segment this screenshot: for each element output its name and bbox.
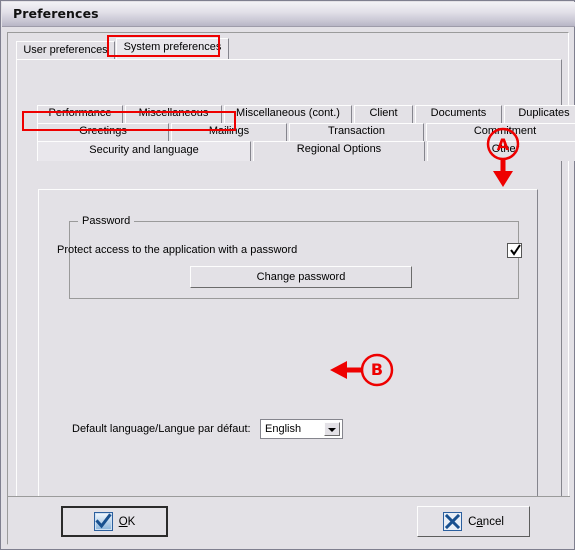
protect-password-label: Protect access to the application with a… [57, 244, 298, 256]
window-title: Preferences [13, 6, 99, 21]
tab-commitment[interactable]: Commitment [426, 123, 575, 141]
tab-greetings-label: Greetings [79, 125, 127, 137]
tab-user-preferences[interactable]: User preferences [16, 41, 115, 60]
cancel-button[interactable]: Cancel [417, 506, 530, 537]
dialog-button-bar: OK Cancel [8, 496, 570, 546]
tab-system-preferences[interactable]: System preferences [116, 38, 229, 60]
tab-duplicates[interactable]: Duplicates [504, 105, 575, 123]
protect-password-checkbox[interactable] [507, 243, 522, 258]
tab-system-preferences-label: System preferences [123, 41, 222, 53]
tab-performance[interactable]: Performance [37, 105, 123, 123]
default-language-label: Default language/Langue par défaut: [72, 423, 251, 435]
tab-miscellaneous[interactable]: Miscellaneous [125, 105, 222, 123]
tab-security-and-language-label: Security and language [89, 144, 199, 156]
tab-client[interactable]: Client [354, 105, 413, 123]
tab-commitment-label: Commitment [473, 125, 537, 137]
tab-miscellaneous-cont-label: Miscellaneous (cont.) [236, 107, 340, 119]
check-icon [510, 244, 521, 256]
dialog-client-area: User preferences System preferences Perf… [7, 32, 575, 546]
tab-security-and-language[interactable]: Security and language [37, 141, 251, 161]
tab-documents[interactable]: Documents [415, 105, 502, 123]
tab-regional-options-label: Regional Options [296, 143, 382, 155]
default-language-select[interactable]: English [260, 419, 343, 439]
chevron-down-icon[interactable] [324, 422, 340, 436]
tab-regional-options[interactable]: Regional Options [253, 141, 425, 161]
top-level-tabstrip: User preferences System preferences [16, 38, 562, 60]
tab-documents-label: Documents [430, 107, 487, 119]
tab-miscellaneous-label: Miscellaneous [138, 107, 209, 119]
x-icon [443, 512, 463, 531]
check-icon [93, 512, 113, 531]
default-language-value: English [265, 423, 302, 435]
cancel-button-label: Cancel [468, 515, 504, 528]
tab-greetings[interactable]: Greetings [37, 123, 169, 141]
password-groupbox-legend: Password [78, 215, 135, 227]
tab-other-label: Other [491, 143, 520, 155]
ok-button[interactable]: OK [61, 506, 168, 537]
tab-transaction[interactable]: Transaction [289, 123, 424, 141]
security-and-language-page: Password [38, 189, 538, 546]
tab-other[interactable]: Other [427, 141, 575, 161]
system-preferences-panel: Performance Miscellaneous Miscellaneous … [16, 59, 575, 546]
tab-user-preferences-label: User preferences [23, 44, 108, 56]
preferences-dialog: Preferences User preferences System pref… [0, 0, 575, 550]
change-password-button[interactable]: Change password [190, 266, 412, 288]
ok-button-label: OK [118, 515, 136, 528]
tab-transaction-label: Transaction [327, 125, 386, 137]
tab-client-label: Client [369, 107, 398, 119]
inner-tabstrip: Performance Miscellaneous Miscellaneous … [37, 105, 575, 167]
tab-miscellaneous-cont[interactable]: Miscellaneous (cont.) [224, 105, 352, 123]
tab-performance-label: Performance [48, 107, 112, 119]
tab-mailings[interactable]: Mailings [171, 123, 287, 141]
tab-mailings-label: Mailings [208, 125, 250, 137]
change-password-button-label: Change password [256, 271, 346, 283]
tab-duplicates-label: Duplicates [518, 107, 570, 119]
title-bar: Preferences [2, 2, 575, 27]
